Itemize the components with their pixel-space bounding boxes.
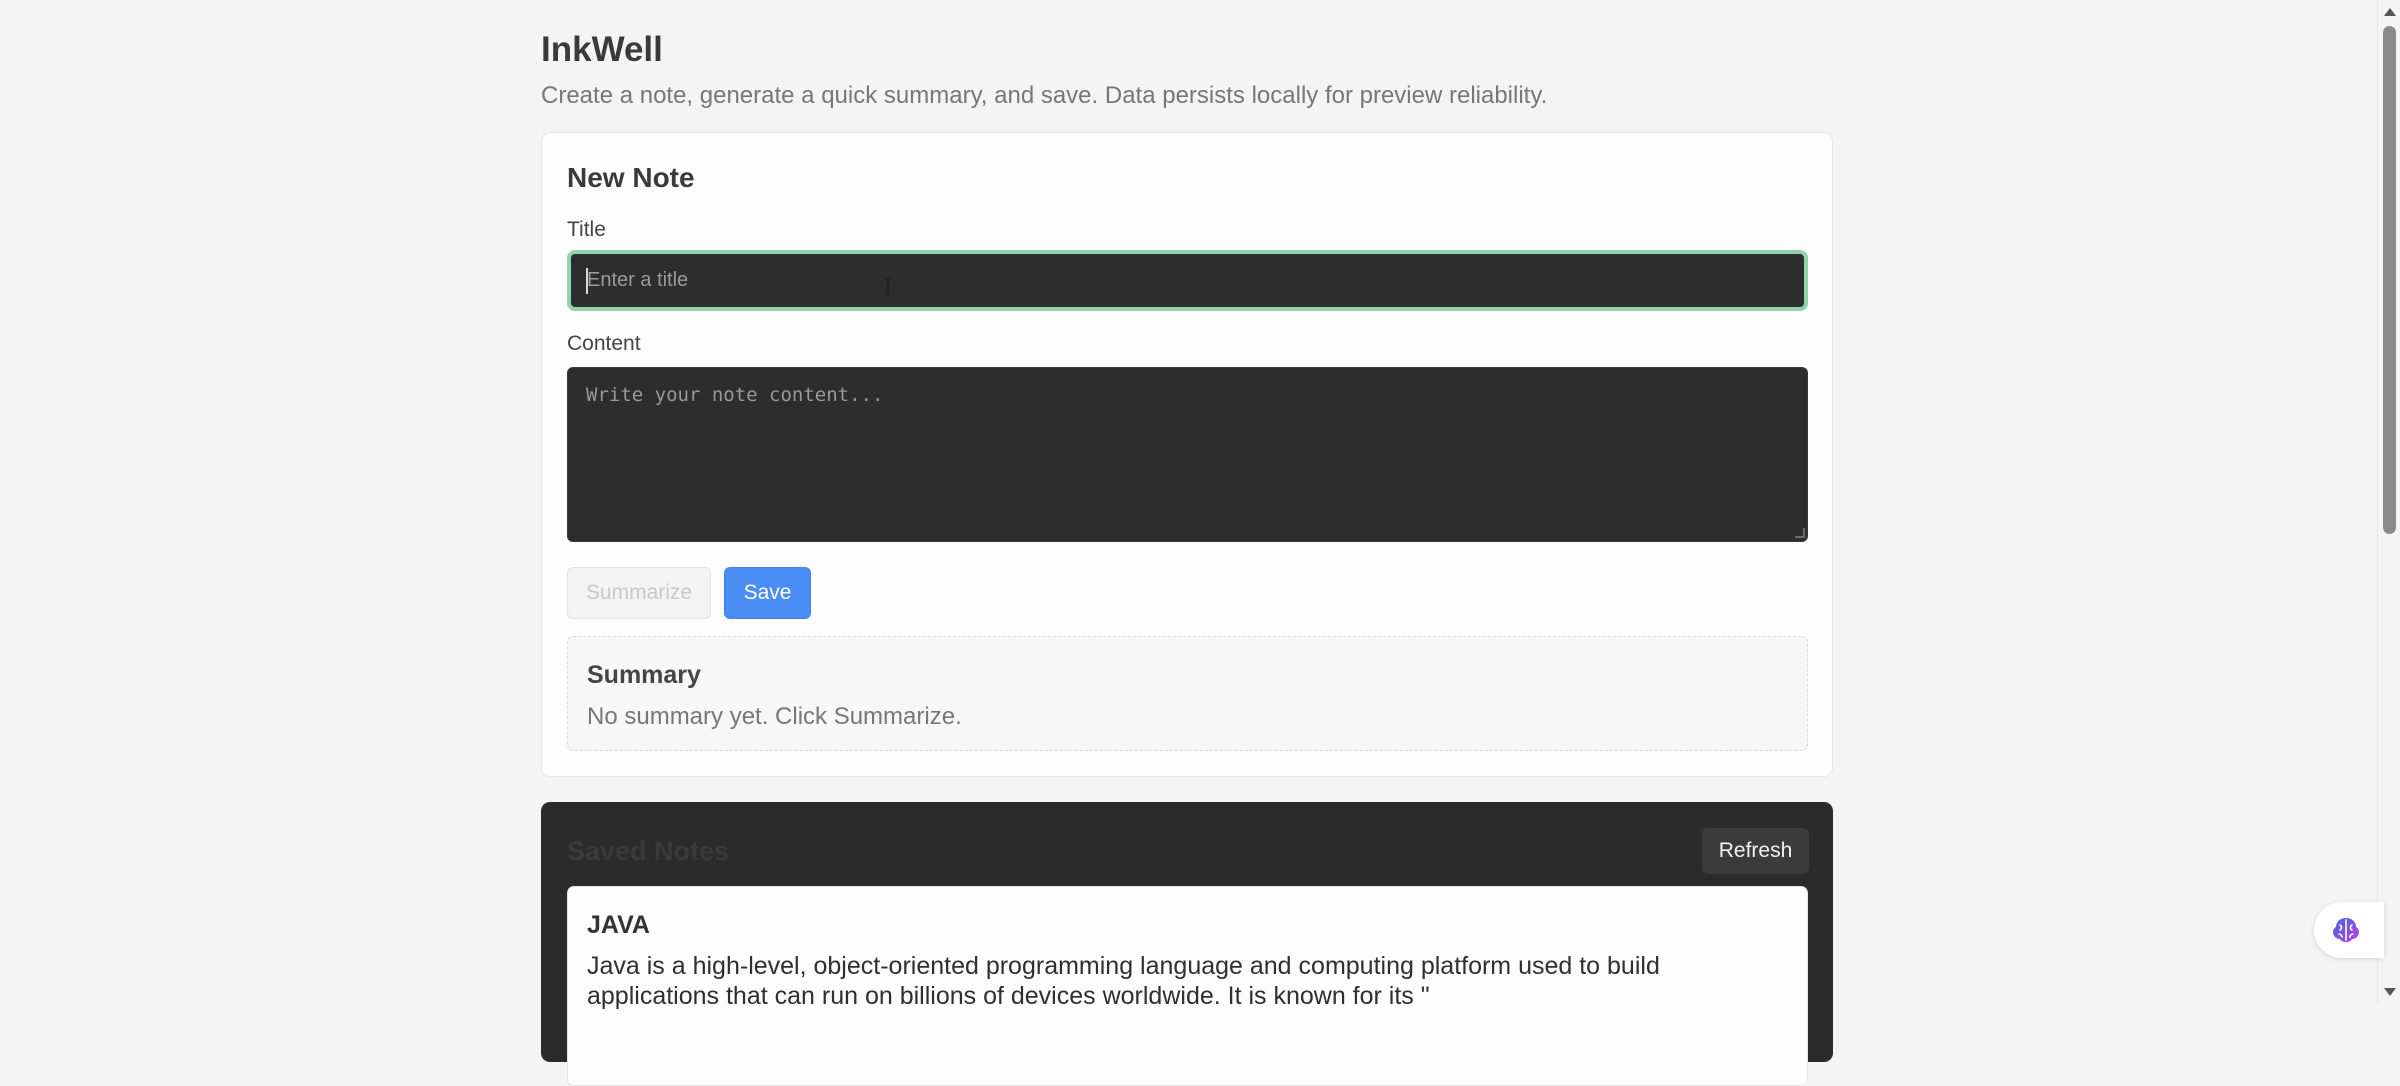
app-title: InkWell bbox=[541, 30, 663, 69]
text-caret bbox=[586, 268, 588, 294]
title-input[interactable] bbox=[567, 250, 1808, 311]
content-label: Content bbox=[567, 332, 641, 355]
scroll-thumb[interactable] bbox=[2383, 26, 2396, 534]
resize-handle-icon[interactable] bbox=[1795, 528, 1805, 538]
assistant-button[interactable] bbox=[2314, 902, 2384, 958]
note-body: Java is a high-level, object-oriented pr… bbox=[587, 952, 1660, 1010]
brain-icon bbox=[2333, 918, 2359, 942]
saved-note-card[interactable]: JAVA Java is a high-level, object-orient… bbox=[567, 886, 1808, 1086]
app-subtitle: Create a note, generate a quick summary,… bbox=[541, 82, 1548, 109]
note-title: JAVA bbox=[587, 911, 650, 939]
scroll-down-icon[interactable] bbox=[2384, 988, 2396, 996]
summary-panel: Summary No summary yet. Click Summarize. bbox=[567, 636, 1808, 751]
text-cursor-icon: I bbox=[883, 274, 893, 302]
saved-notes-heading: Saved Notes bbox=[567, 836, 730, 866]
summary-heading: Summary bbox=[587, 661, 701, 689]
saved-notes-panel: Saved Notes Refresh JAVA Java is a high-… bbox=[541, 802, 1833, 1086]
new-note-heading: New Note bbox=[567, 162, 695, 193]
page-scrollbar[interactable] bbox=[2377, 0, 2400, 1004]
refresh-button[interactable]: Refresh bbox=[1702, 828, 1809, 874]
save-button[interactable]: Save bbox=[724, 567, 811, 619]
scroll-up-icon[interactable] bbox=[2384, 8, 2396, 16]
title-label: Title bbox=[567, 218, 606, 241]
summary-text: No summary yet. Click Summarize. bbox=[587, 703, 962, 730]
content-textarea[interactable] bbox=[567, 367, 1808, 542]
summarize-button[interactable]: Summarize bbox=[567, 567, 711, 619]
